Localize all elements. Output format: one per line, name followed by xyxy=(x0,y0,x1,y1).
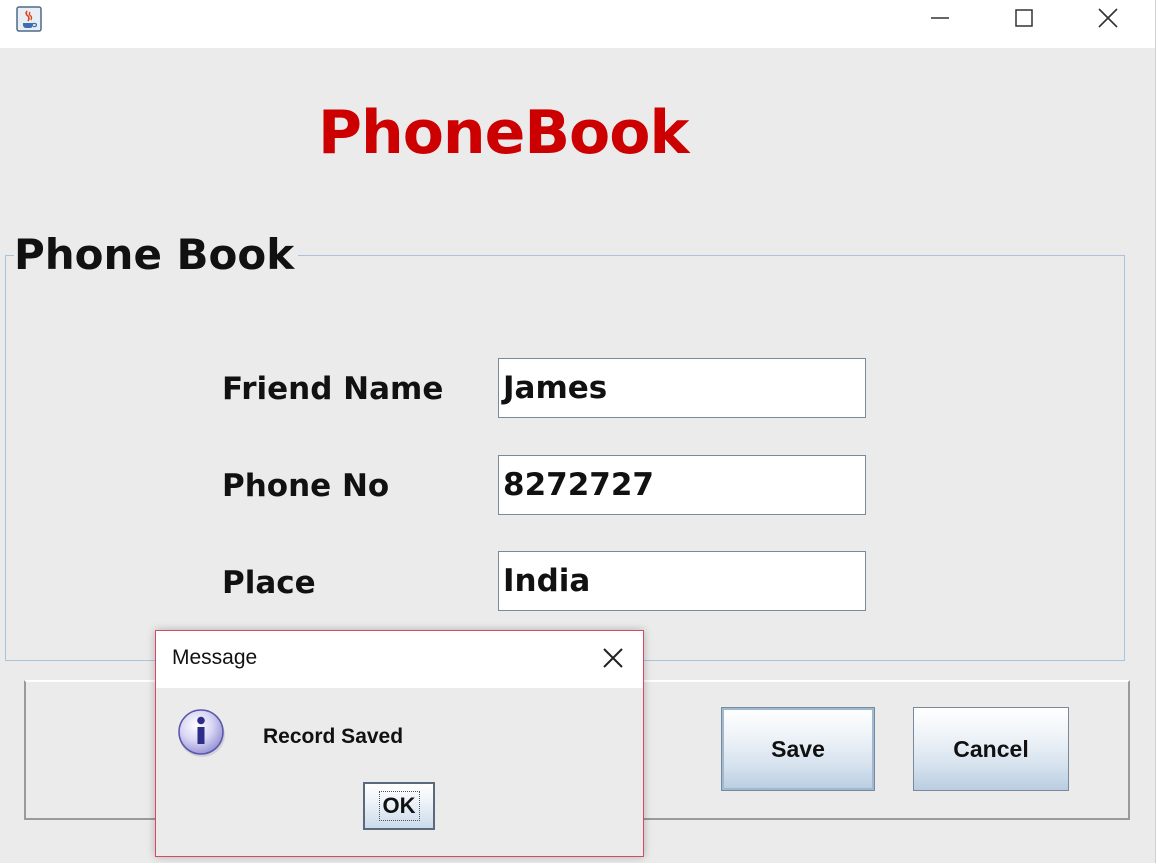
minimize-icon xyxy=(930,8,950,33)
message-dialog: Message Record Saved OK xyxy=(155,630,644,857)
friend-name-label: Friend Name xyxy=(222,371,444,407)
save-button[interactable]: Save xyxy=(721,707,875,791)
phone-no-label: Phone No xyxy=(222,468,390,504)
maximize-button[interactable] xyxy=(982,0,1066,40)
maximize-icon xyxy=(1014,8,1034,33)
dialog-message: Record Saved xyxy=(263,725,404,748)
ok-button[interactable]: OK xyxy=(363,782,435,830)
place-field[interactable]: India xyxy=(498,551,866,611)
friend-name-field[interactable]: James xyxy=(498,358,866,418)
java-cup-icon xyxy=(16,6,42,32)
information-icon xyxy=(176,707,228,759)
ok-button-label: OK xyxy=(378,791,420,821)
minimize-button[interactable] xyxy=(898,0,982,40)
title-bar[interactable] xyxy=(0,0,1155,48)
page-title: PhoneBook xyxy=(318,98,689,168)
dialog-title-bar[interactable]: Message xyxy=(156,631,643,688)
close-icon xyxy=(1097,7,1119,34)
close-icon xyxy=(603,648,623,668)
group-title: Phone Book xyxy=(14,230,299,279)
window-close-button[interactable] xyxy=(1066,0,1150,40)
phone-no-field[interactable]: 8272727 xyxy=(498,455,866,515)
cancel-button[interactable]: Cancel xyxy=(913,707,1069,791)
dialog-title: Message xyxy=(172,646,258,669)
place-label: Place xyxy=(222,565,316,601)
dialog-close-button[interactable] xyxy=(600,645,626,671)
